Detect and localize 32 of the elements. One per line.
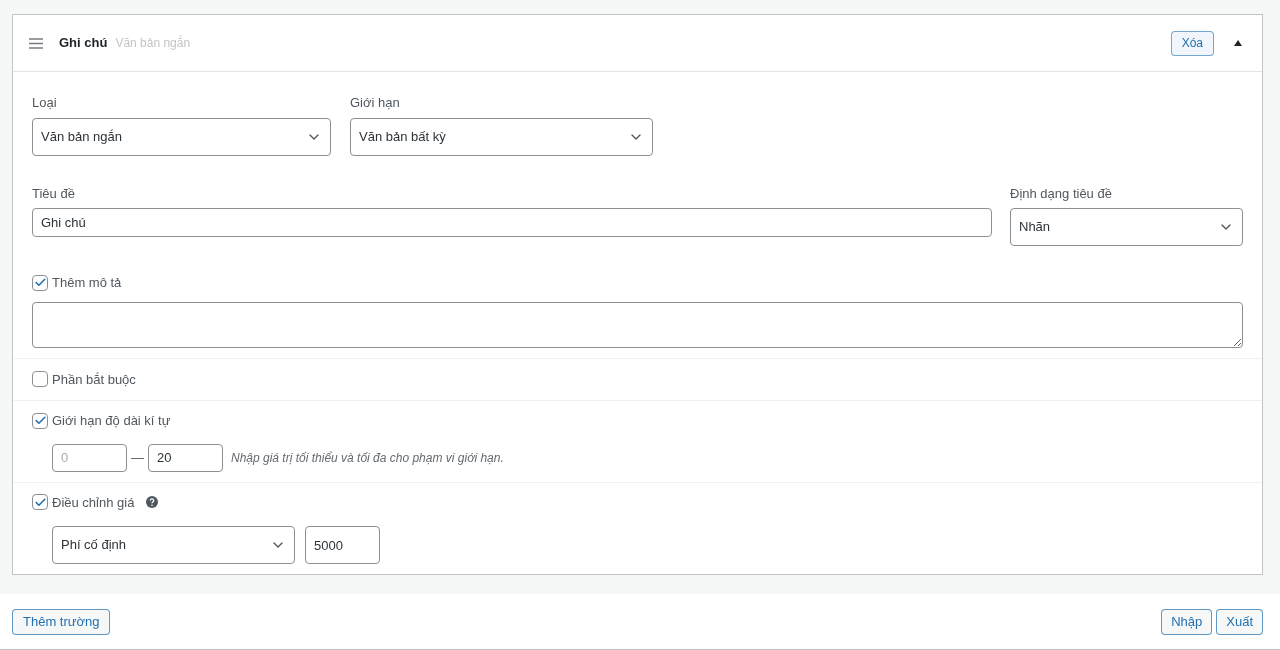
- help-icon[interactable]: [146, 496, 159, 509]
- checkbox[interactable]: [32, 274, 48, 291]
- add-field-button[interactable]: Thêm trường: [12, 608, 111, 635]
- dropdown-select[interactable]: Phí cố định: [52, 526, 295, 564]
- hint-text: Nhập giá trị tối thiểu và tối đa cho phạm vi giới hạn.: [231, 449, 504, 467]
- field-title: Ghi chú: [59, 34, 108, 53]
- menu-icon[interactable]: [29, 37, 43, 49]
- field-label: Định dạng tiêu đề: [1010, 184, 1113, 203]
- field-label: Tiêu đề: [32, 184, 76, 203]
- delete-button[interactable]: Xóa: [1170, 30, 1214, 56]
- min-input[interactable]: 0: [52, 443, 127, 472]
- checkbox-label: Giới hạn độ dài kí tự: [52, 412, 171, 430]
- dropdown-select[interactable]: Nhãn: [1010, 208, 1243, 246]
- field-type-label: Văn bản ngắn: [115, 34, 191, 52]
- title-input[interactable]: Ghi chú: [32, 208, 992, 237]
- amount-input[interactable]: 5000: [305, 526, 380, 564]
- description-textarea[interactable]: [32, 301, 1243, 348]
- field-label: Loại: [32, 94, 58, 112]
- dropdown-select[interactable]: Văn bản bất kỳ: [350, 117, 653, 156]
- range-separator: —: [131, 448, 144, 467]
- checkbox-label: Thêm mô tả: [52, 274, 122, 292]
- footer-button[interactable]: Xuất: [1216, 608, 1263, 635]
- checkbox-label: Điều chỉnh giá: [52, 493, 135, 512]
- max-input[interactable]: 20: [148, 443, 223, 472]
- triangle-up-icon[interactable]: [1234, 40, 1242, 46]
- checkbox-label: Phần bắt buộc: [52, 370, 136, 389]
- checkbox[interactable]: [32, 371, 48, 388]
- checkbox[interactable]: [32, 412, 48, 429]
- checkbox[interactable]: [32, 494, 48, 511]
- footer-button[interactable]: Nhập: [1161, 608, 1213, 635]
- dropdown-select[interactable]: Văn bản ngắn: [32, 117, 331, 156]
- field-label: Giới hạn: [350, 94, 401, 112]
